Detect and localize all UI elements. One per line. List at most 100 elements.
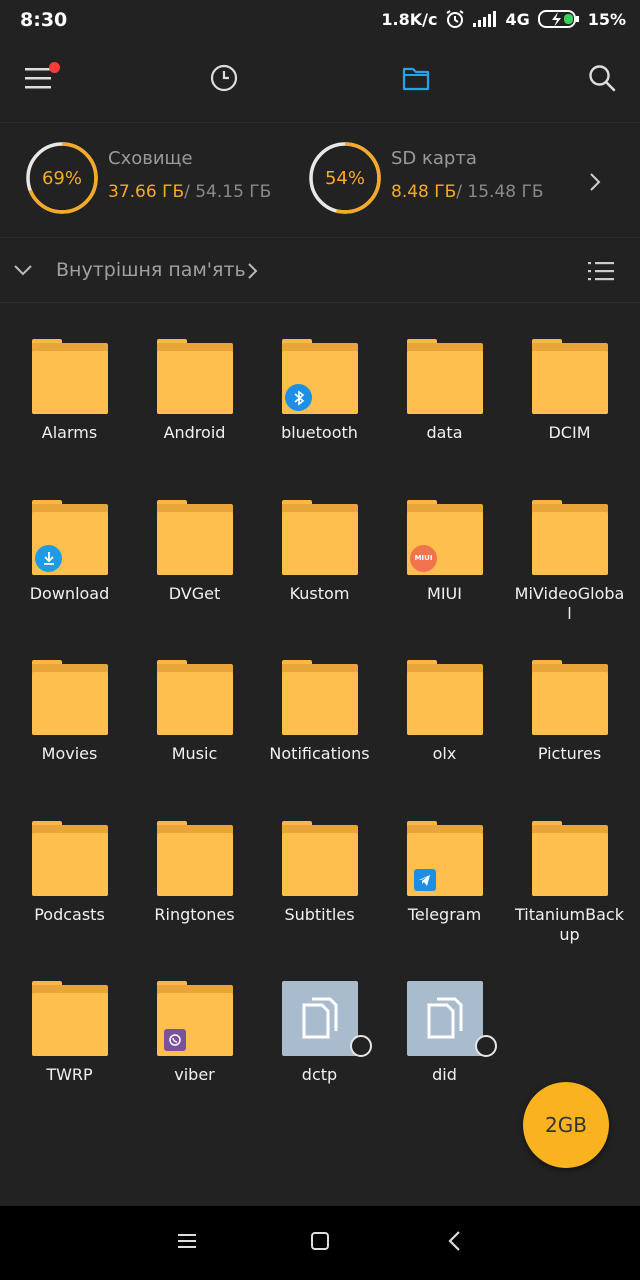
file-item[interactable]: dctp — [257, 965, 382, 1105]
folder-icon — [282, 820, 358, 896]
folder-item[interactable]: Music — [132, 644, 257, 784]
folder-item[interactable]: DVGet — [132, 484, 257, 624]
folder-item[interactable]: Android — [132, 323, 257, 463]
folder-item[interactable]: DCIM — [507, 323, 632, 463]
back-arrow-icon — [445, 1230, 465, 1256]
item-label: Notifications — [269, 744, 370, 763]
telegram-badge-icon — [414, 868, 436, 891]
square-icon — [309, 1230, 331, 1256]
item-label: Alarms — [41, 423, 98, 442]
storage-summary: 69% Сховище 37.66 ГБ/ 54.15 ГБ 54% SD ка… — [0, 124, 640, 236]
folder-icon — [402, 65, 430, 95]
folder-item[interactable]: Telegram — [382, 805, 507, 945]
battery-level: 15% — [587, 9, 626, 29]
sd-card-used: 8.48 ГБ — [391, 182, 457, 202]
recents-nav-button[interactable] — [162, 1218, 212, 1268]
alarm-icon — [445, 9, 465, 29]
internal-storage-total: / 54.15 ГБ — [184, 182, 272, 202]
breadcrumb-label: Внутрішня пам'ять — [56, 259, 246, 281]
list-view-icon[interactable] — [588, 260, 614, 286]
select-radio[interactable] — [475, 1035, 497, 1057]
item-label: Pictures — [537, 744, 602, 763]
folder-item[interactable]: Pictures — [507, 644, 632, 784]
item-label: Ringtones — [154, 904, 235, 924]
folder-item[interactable]: Podcasts — [7, 805, 132, 945]
item-label: did — [432, 1065, 457, 1084]
folder-item[interactable]: Download — [7, 484, 132, 624]
internal-storage-used: 37.66 ГБ — [108, 182, 185, 202]
sd-card-percent: 54% — [324, 167, 365, 189]
chevron-down-icon[interactable] — [12, 259, 34, 285]
folder-icon — [532, 820, 608, 896]
folder-item[interactable]: TitaniumBack up — [507, 805, 632, 945]
signal-icon — [473, 11, 497, 27]
file-item[interactable]: did — [382, 965, 507, 1105]
back-nav-button[interactable] — [430, 1218, 480, 1268]
folder-item[interactable]: data — [382, 323, 507, 463]
recent-button[interactable] — [196, 44, 252, 116]
internal-storage[interactable]: 69% Сховище 37.66 ГБ/ 54.15 ГБ — [24, 140, 284, 216]
item-label: TitaniumBack up — [515, 904, 624, 944]
folder-item[interactable]: MiVideoGloba l — [507, 484, 632, 624]
network-speed: 1.8K/c — [381, 9, 438, 29]
folder-item[interactable]: olx — [382, 644, 507, 784]
folder-icon — [32, 660, 108, 735]
item-label: DVGet — [168, 583, 221, 603]
item-label: data — [426, 423, 463, 442]
menu-button[interactable] — [10, 44, 66, 116]
item-label: DCIM — [548, 423, 591, 442]
breadcrumb-chevron-icon — [245, 261, 261, 285]
item-label: Telegram — [407, 904, 482, 924]
bluetooth-badge-icon — [285, 384, 312, 411]
item-label: Music — [171, 744, 218, 763]
folder-item[interactable]: Ringtones — [132, 805, 257, 945]
menu-lines-icon — [176, 1231, 198, 1255]
files-tab-button[interactable] — [388, 44, 444, 116]
miui-badge-text: MIUI — [414, 554, 433, 562]
chevron-right-icon[interactable] — [583, 170, 607, 198]
folder-icon — [282, 660, 358, 735]
search-button[interactable] — [574, 44, 630, 116]
folder-item[interactable]: MIUI MIUI — [382, 484, 507, 624]
folder-icon — [157, 499, 233, 575]
toolbar — [0, 44, 640, 122]
item-label: Movies — [41, 744, 98, 763]
file-icon — [282, 981, 358, 1056]
toolbar-divider — [0, 122, 640, 123]
folder-item[interactable]: Kustom — [257, 484, 382, 624]
search-icon — [588, 64, 616, 96]
navigation-bar — [0, 1206, 640, 1280]
folder-item[interactable]: Subtitles — [257, 805, 382, 945]
item-label: dctp — [301, 1065, 338, 1084]
folder-icon — [282, 499, 358, 575]
folder-item[interactable]: viber — [132, 965, 257, 1105]
breadcrumb[interactable]: Внутрішня пам'ять — [56, 259, 246, 281]
status-right: 1.8K/c 4G 15% — [381, 9, 626, 29]
item-label: Podcasts — [34, 904, 105, 924]
folder-icon — [407, 660, 483, 735]
sd-card-storage[interactable]: 54% SD карта 8.48 ГБ/ 15.48 ГБ — [307, 140, 567, 216]
item-label: viber — [174, 1065, 215, 1084]
free-space-button[interactable]: 2GB — [523, 1082, 609, 1168]
download-badge-icon — [35, 544, 62, 572]
home-nav-button[interactable] — [295, 1218, 345, 1268]
folder-icon — [157, 660, 233, 735]
free-space-label: 2GB — [545, 1113, 587, 1137]
folder-item[interactable]: bluetooth — [257, 323, 382, 463]
status-bar: 8:30 1.8K/c 4G 15% — [0, 0, 640, 42]
item-label: olx — [432, 744, 457, 763]
folder-icon — [32, 820, 108, 896]
folder-icon — [157, 820, 233, 896]
item-label: Kustom — [289, 583, 350, 603]
folder-icon — [32, 981, 108, 1056]
folder-item[interactable]: Alarms — [7, 323, 132, 463]
network-type: 4G — [505, 9, 530, 29]
select-radio[interactable] — [350, 1035, 372, 1057]
file-icon — [407, 981, 483, 1056]
folder-item[interactable]: Movies — [7, 644, 132, 784]
folder-item[interactable]: Notifications — [257, 644, 382, 784]
viber-badge-icon — [164, 1029, 186, 1051]
status-time: 8:30 — [20, 9, 68, 31]
folder-item[interactable]: TWRP — [7, 965, 132, 1105]
hamburger-icon — [24, 66, 52, 94]
